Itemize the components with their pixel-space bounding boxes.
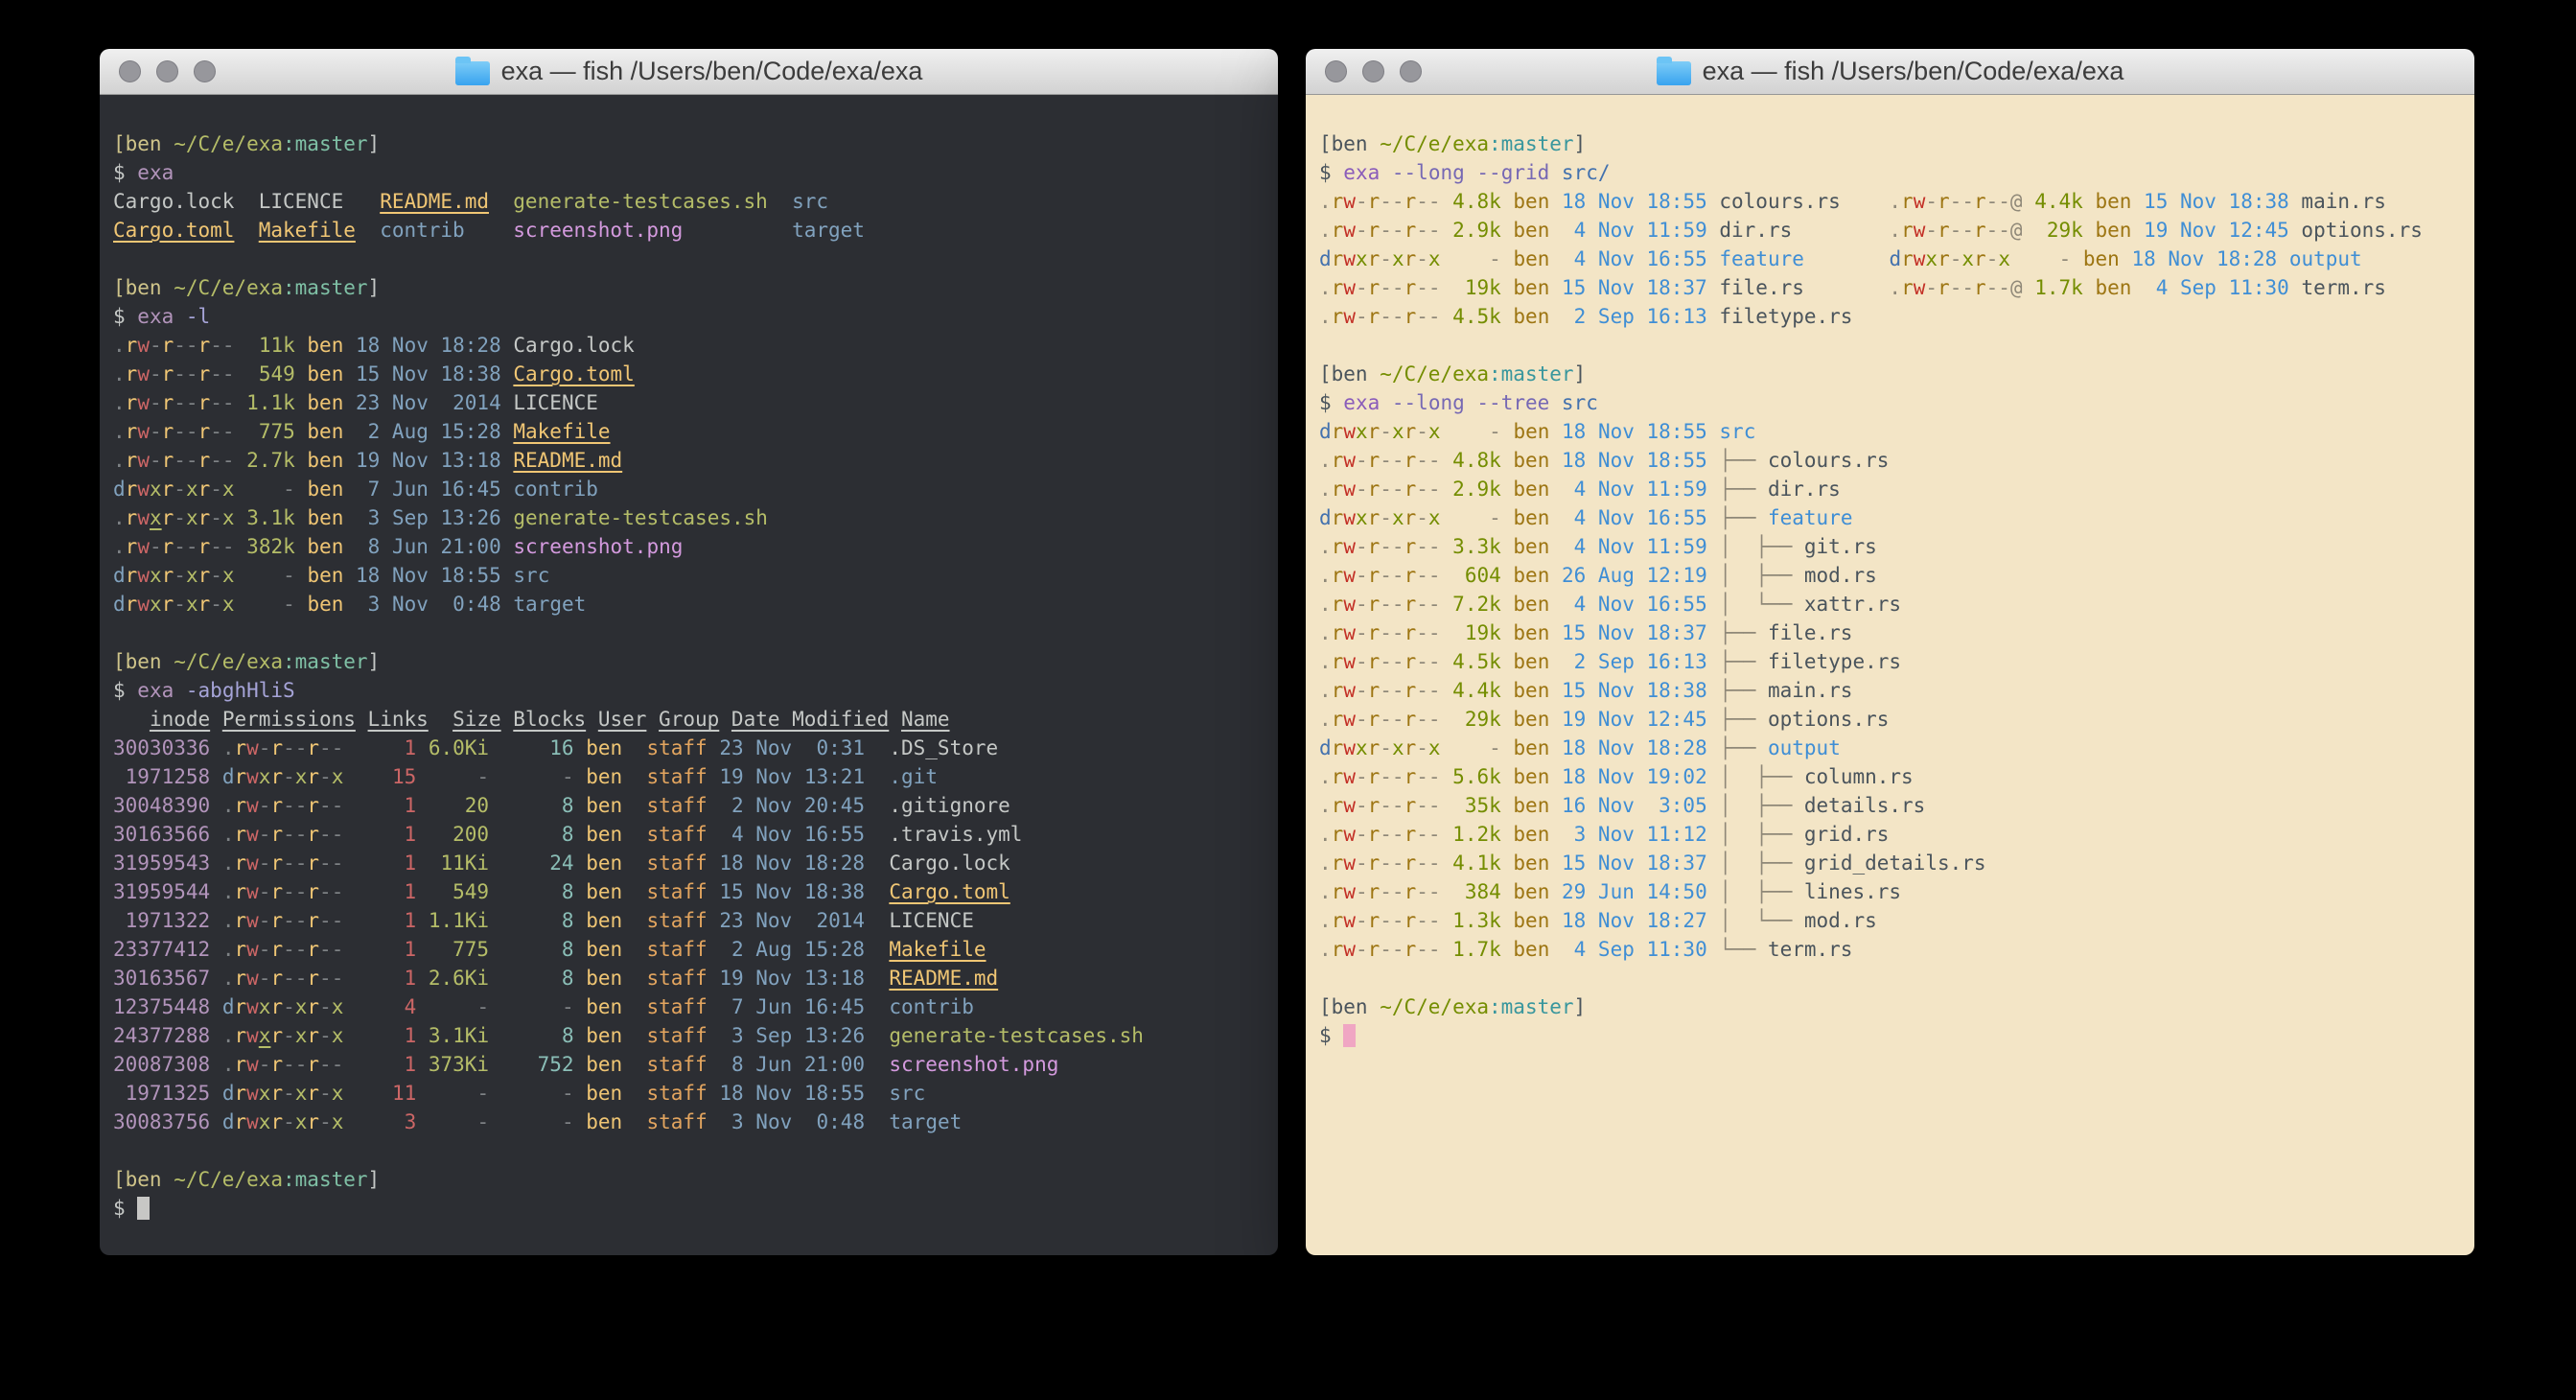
terminal-line: [ben ~/C/e/exa:master] <box>113 1165 1266 1194</box>
terminal-line: $ exa <box>113 158 1266 187</box>
terminal-line: .rw-r--r-- 4.8k ben 18 Nov 18:55 colours… <box>1319 187 2463 216</box>
terminal-line: .rw-r--r-- 382k ben 8 Jun 21:00 screensh… <box>113 532 1266 561</box>
minimize-button[interactable] <box>1362 60 1384 82</box>
terminal-line: 20087308 .rw-r--r-- 1 373Ki 752 ben staf… <box>113 1050 1266 1079</box>
traffic-lights <box>1325 49 1422 94</box>
terminal-line: .rw-r--r-- 4.5k ben 2 Sep 16:13 filetype… <box>1319 302 2463 331</box>
folder-icon <box>455 61 490 85</box>
terminal-line: [ben ~/C/e/exa:master] <box>1319 992 2463 1021</box>
desktop: { "chrome": { "title": "exa — fish /User… <box>0 0 2576 1400</box>
terminal-line: Cargo.lock LICENCE README.md generate-te… <box>113 187 1266 216</box>
terminal-screen-right[interactable]: [ben ~/C/e/exa:master]$ exa --long --gri… <box>1306 95 2474 1255</box>
terminal-line: .rw-r--r-- 19k ben 15 Nov 18:37 file.rs … <box>1319 273 2463 302</box>
terminal-line: .rw-r--r-- 4.5k ben 2 Sep 16:13 ├── file… <box>1319 647 2463 676</box>
terminal-line: .rw-r--r-- 19k ben 15 Nov 18:37 ├── file… <box>1319 618 2463 647</box>
terminal-line: .rw-r--r-- 2.9k ben 4 Nov 11:59 dir.rs .… <box>1319 216 2463 245</box>
terminal-line: inode Permissions Links Size Blocks User… <box>113 705 1266 734</box>
terminal-line: .rw-r--r-- 7.2k ben 4 Nov 16:55 │ └── xa… <box>1319 590 2463 618</box>
terminal-line: .rw-r--r-- 4.4k ben 15 Nov 18:38 ├── mai… <box>1319 676 2463 705</box>
terminal-line: drwxr-xr-x - ben 18 Nov 18:55 src <box>1319 417 2463 446</box>
terminal-line <box>113 1136 1266 1165</box>
terminal-line: .rw-r--r-- 4.8k ben 18 Nov 18:55 ├── col… <box>1319 446 2463 475</box>
terminal-line: .rw-r--r-- 5.6k ben 18 Nov 19:02 │ ├── c… <box>1319 762 2463 791</box>
terminal-line: 1971325 drwxr-xr-x 11 - - ben staff 18 N… <box>113 1079 1266 1108</box>
close-button[interactable] <box>1325 60 1347 82</box>
cursor-block <box>1343 1024 1356 1047</box>
terminal-line: .rw-r--r-- 4.1k ben 15 Nov 18:37 │ ├── g… <box>1319 849 2463 877</box>
titlebar-right[interactable]: exa — fish /Users/ben/Code/exa/exa <box>1306 49 2474 95</box>
terminal-line: .rw-r--r-- 29k ben 19 Nov 12:45 ├── opti… <box>1319 705 2463 734</box>
terminal-line: .rw-r--r-- 1.7k ben 4 Sep 11:30 └── term… <box>1319 935 2463 964</box>
terminal-line: 1971258 drwxr-xr-x 15 - - ben staff 19 N… <box>113 762 1266 791</box>
terminal-line: [ben ~/C/e/exa:master] <box>1319 129 2463 158</box>
window-title: exa — fish /Users/ben/Code/exa/exa <box>1657 57 2124 86</box>
terminal-line: .rw-r--r-- 1.2k ben 3 Nov 11:12 │ ├── gr… <box>1319 820 2463 849</box>
terminal-window-left: exa — fish /Users/ben/Code/exa/exa [ben … <box>100 49 1278 1255</box>
terminal-line: 30083756 drwxr-xr-x 3 - - ben staff 3 No… <box>113 1108 1266 1136</box>
terminal-line: drwxr-xr-x - ben 18 Nov 18:28 ├── output <box>1319 734 2463 762</box>
minimize-button[interactable] <box>156 60 178 82</box>
terminal-line: Cargo.toml Makefile contrib screenshot.p… <box>113 216 1266 245</box>
terminal-line <box>1319 964 2463 992</box>
zoom-button[interactable] <box>194 60 216 82</box>
terminal-line: .rw-r--r-- 11k ben 18 Nov 18:28 Cargo.lo… <box>113 331 1266 360</box>
terminal-line: .rw-r--r-- 549 ben 15 Nov 18:38 Cargo.to… <box>113 360 1266 388</box>
terminal-window-right: exa — fish /Users/ben/Code/exa/exa [ben … <box>1306 49 2474 1255</box>
terminal-line: .rw-r--r-- 384 ben 29 Jun 14:50 │ ├── li… <box>1319 877 2463 906</box>
terminal-line: drwxr-xr-x - ben 3 Nov 0:48 target <box>113 590 1266 618</box>
terminal-line: 23377412 .rw-r--r-- 1 775 8 ben staff 2 … <box>113 935 1266 964</box>
terminal-line: [ben ~/C/e/exa:master] <box>1319 360 2463 388</box>
terminal-line: $ exa --long --tree src <box>1319 388 2463 417</box>
zoom-button[interactable] <box>1400 60 1422 82</box>
terminal-line: 31959544 .rw-r--r-- 1 549 8 ben staff 15… <box>113 877 1266 906</box>
terminal-line <box>113 245 1266 273</box>
terminal-line: .rw-r--r-- 3.3k ben 4 Nov 11:59 │ ├── gi… <box>1319 532 2463 561</box>
terminal-line: drwxr-xr-x - ben 18 Nov 18:55 src <box>113 561 1266 590</box>
terminal-line: $ exa --long --grid src/ <box>1319 158 2463 187</box>
terminal-line: $ <box>1319 1021 2463 1050</box>
window-title: exa — fish /Users/ben/Code/exa/exa <box>455 57 923 86</box>
terminal-line: 31959543 .rw-r--r-- 1 11Ki 24 ben staff … <box>113 849 1266 877</box>
terminal-line: .rw-r--r-- 35k ben 16 Nov 3:05 │ ├── det… <box>1319 791 2463 820</box>
terminal-line: [ben ~/C/e/exa:master] <box>113 129 1266 158</box>
terminal-line: .rwxr-xr-x 3.1k ben 3 Sep 13:26 generate… <box>113 503 1266 532</box>
terminal-line: .rw-r--r-- 1.1k ben 23 Nov 2014 LICENCE <box>113 388 1266 417</box>
terminal-line: .rw-r--r-- 604 ben 26 Aug 12:19 │ ├── mo… <box>1319 561 2463 590</box>
terminal-line: drwxr-xr-x - ben 4 Nov 16:55 feature drw… <box>1319 245 2463 273</box>
terminal-line: 24377288 .rwxr-xr-x 1 3.1Ki 8 ben staff … <box>113 1021 1266 1050</box>
terminal-line: .rw-r--r-- 1.3k ben 18 Nov 18:27 │ └── m… <box>1319 906 2463 935</box>
terminal-line <box>113 618 1266 647</box>
terminal-line: $ <box>113 1194 1266 1223</box>
terminal-line: 12375448 drwxr-xr-x 4 - - ben staff 7 Ju… <box>113 992 1266 1021</box>
terminal-line: .rw-r--r-- 2.7k ben 19 Nov 13:18 README.… <box>113 446 1266 475</box>
terminal-line: .rw-r--r-- 775 ben 2 Aug 15:28 Makefile <box>113 417 1266 446</box>
terminal-line: 30163566 .rw-r--r-- 1 200 8 ben staff 4 … <box>113 820 1266 849</box>
terminal-screen-left[interactable]: [ben ~/C/e/exa:master]$ exaCargo.lock LI… <box>100 95 1278 1255</box>
terminal-line: drwxr-xr-x - ben 4 Nov 16:55 ├── feature <box>1319 503 2463 532</box>
terminal-line: drwxr-xr-x - ben 7 Jun 16:45 contrib <box>113 475 1266 503</box>
window-title-text: exa — fish /Users/ben/Code/exa/exa <box>1703 57 2124 86</box>
terminal-line <box>1319 331 2463 360</box>
terminal-line: .rw-r--r-- 2.9k ben 4 Nov 11:59 ├── dir.… <box>1319 475 2463 503</box>
terminal-line: 30030336 .rw-r--r-- 1 6.0Ki 16 ben staff… <box>113 734 1266 762</box>
terminal-line: 30048390 .rw-r--r-- 1 20 8 ben staff 2 N… <box>113 791 1266 820</box>
terminal-line: 1971322 .rw-r--r-- 1 1.1Ki 8 ben staff 2… <box>113 906 1266 935</box>
folder-icon <box>1657 61 1691 85</box>
traffic-lights <box>119 49 216 94</box>
close-button[interactable] <box>119 60 141 82</box>
terminal-line: $ exa -abghHliS <box>113 676 1266 705</box>
terminal-line: [ben ~/C/e/exa:master] <box>113 273 1266 302</box>
titlebar-left[interactable]: exa — fish /Users/ben/Code/exa/exa <box>100 49 1278 95</box>
cursor-block <box>137 1197 150 1220</box>
terminal-line: 30163567 .rw-r--r-- 1 2.6Ki 8 ben staff … <box>113 964 1266 992</box>
terminal-line: [ben ~/C/e/exa:master] <box>113 647 1266 676</box>
terminal-line: $ exa -l <box>113 302 1266 331</box>
window-title-text: exa — fish /Users/ben/Code/exa/exa <box>501 57 923 86</box>
